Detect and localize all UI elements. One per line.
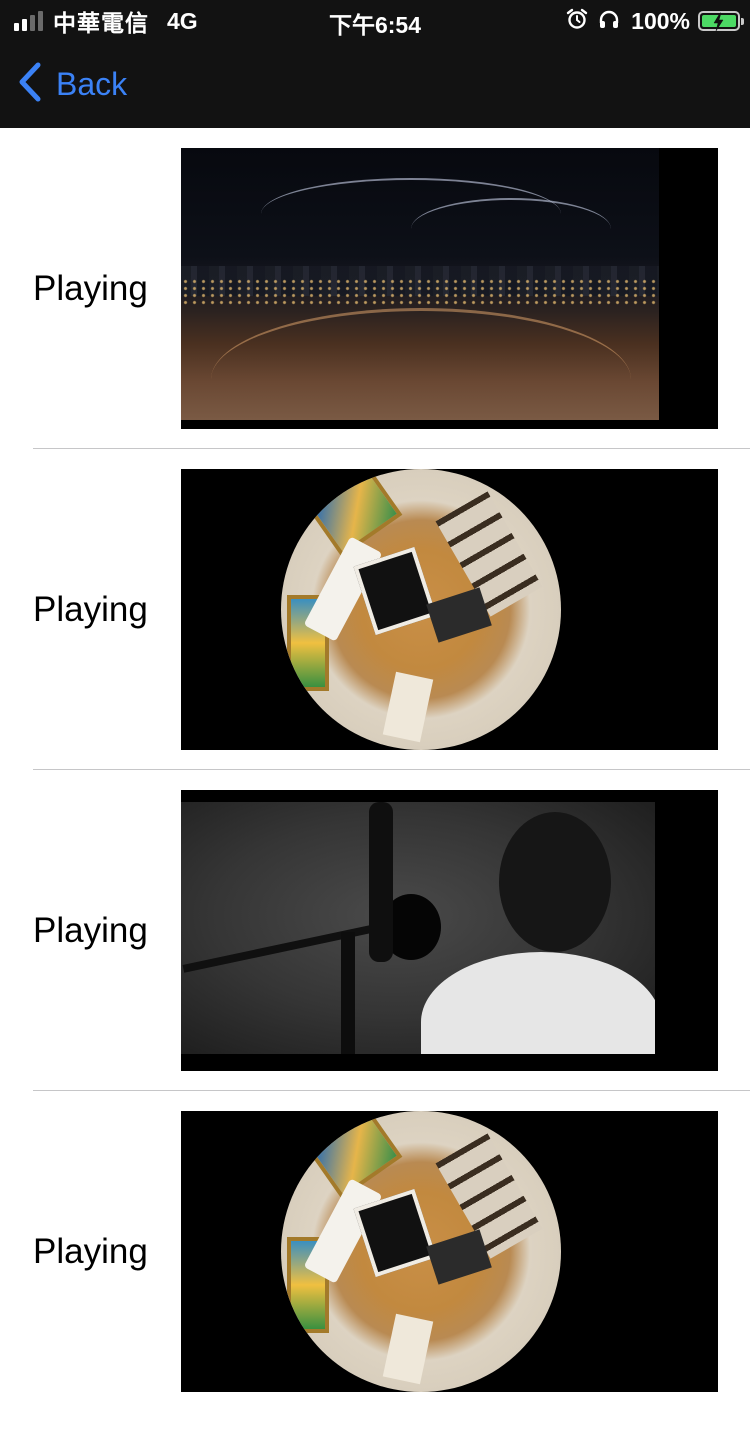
playback-status-label: Playing (33, 590, 148, 629)
video-player[interactable] (181, 469, 718, 750)
video-thumbnail (281, 469, 561, 750)
video-thumbnail (181, 148, 659, 420)
list-item[interactable]: Playing (0, 1091, 750, 1412)
alarm-icon (565, 7, 589, 36)
headphones-icon (597, 7, 621, 36)
list-item[interactable]: Playing (0, 449, 750, 770)
battery-charging-icon (698, 11, 744, 32)
video-player[interactable] (181, 1111, 718, 1392)
chevron-left-icon (16, 61, 42, 108)
navigation-bar: Back (0, 40, 750, 128)
video-thumbnail (181, 802, 655, 1054)
back-label: Back (56, 65, 128, 102)
list-item[interactable]: Playing (0, 770, 750, 1091)
status-bar: 中華電信 4G 下午6:54 100% (0, 0, 750, 40)
status-right: 100% (565, 6, 744, 36)
back-button[interactable]: Back (16, 62, 127, 106)
video-player[interactable] (181, 148, 718, 429)
playback-status-label: Playing (33, 911, 148, 950)
playback-status-label: Playing (33, 269, 148, 308)
list-item[interactable]: Playing (0, 128, 750, 449)
battery-percent: 100% (631, 7, 690, 34)
playback-status-label: Playing (33, 1232, 148, 1271)
video-player[interactable] (181, 790, 718, 1071)
video-thumbnail (281, 1111, 561, 1392)
